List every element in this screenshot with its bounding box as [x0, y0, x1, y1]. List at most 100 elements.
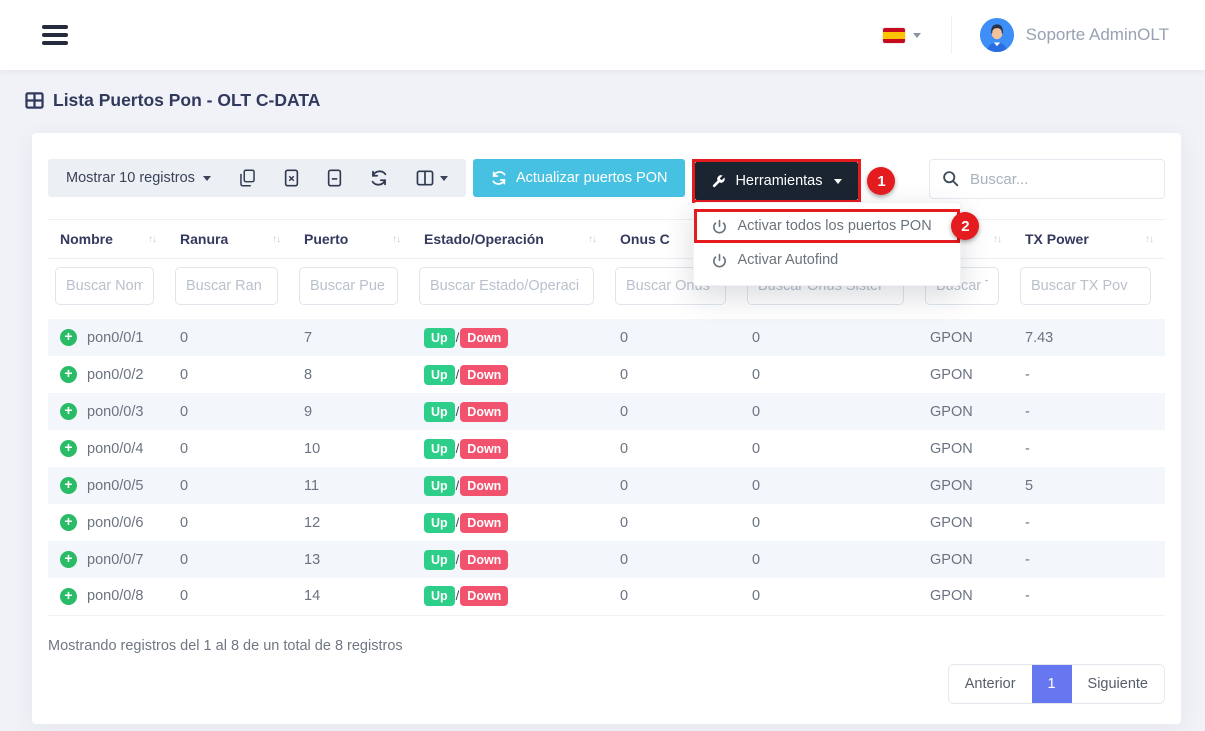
cell-onus-configuradas: 0	[608, 393, 740, 430]
columns-icon	[416, 170, 434, 186]
cell-tx-power: -	[1013, 541, 1165, 578]
header-tx-power[interactable]: TX Power↑↓	[1013, 220, 1165, 259]
table-search	[929, 159, 1165, 199]
expand-row-button[interactable]: +	[60, 551, 77, 568]
menu-item-activate-all-pon-ports[interactable]: Activar todos los puertos PON	[694, 209, 960, 243]
cell-ranura: 0	[168, 541, 292, 578]
cell-onus-sister: 0	[740, 393, 918, 430]
expand-row-button[interactable]: +	[60, 588, 77, 605]
sidebar-toggle-button[interactable]	[38, 21, 72, 49]
filter-ranura-input[interactable]	[175, 267, 278, 305]
language-selector[interactable]	[879, 22, 925, 49]
export-file-button[interactable]	[313, 159, 356, 197]
cell-onus-configuradas: 0	[608, 319, 740, 356]
pagination-page-1[interactable]: 1	[1032, 665, 1072, 703]
cell-onus-configuradas: 0	[608, 504, 740, 541]
filter-nombre-input[interactable]	[55, 267, 154, 305]
cell-tipo: GPON	[918, 319, 1013, 356]
spain-flag-icon	[883, 28, 905, 43]
status-badge-up: Up	[424, 586, 455, 606]
table-row: +pon0/0/1 0 7 Up/Down 0 0 GPON 7.43	[48, 319, 1165, 356]
sort-icon[interactable]: ↑↓	[392, 234, 400, 245]
cell-estado: Up/Down	[412, 467, 608, 504]
table-row: +pon0/0/7 0 13 Up/Down 0 0 GPON -	[48, 541, 1165, 578]
chevron-down-icon	[913, 33, 921, 38]
sort-icon[interactable]: ↑↓	[1145, 234, 1153, 245]
cell-onus-sister: 0	[740, 541, 918, 578]
cell-puerto: 12	[292, 504, 412, 541]
header-nombre[interactable]: Nombre↑↓	[48, 220, 168, 259]
header-estado-operacion[interactable]: Estado/Operación↑↓	[412, 220, 608, 259]
chevron-down-icon	[440, 176, 448, 181]
table-filter-row	[48, 259, 1165, 320]
header-puerto[interactable]: Puerto↑↓	[292, 220, 412, 259]
cell-ranura: 0	[168, 504, 292, 541]
cell-onus-sister: 0	[740, 578, 918, 615]
cell-estado: Up/Down	[412, 430, 608, 467]
cell-tipo: GPON	[918, 578, 1013, 615]
avatar	[980, 18, 1014, 52]
filter-tx-power-input[interactable]	[1020, 267, 1151, 305]
cell-tx-power: -	[1013, 393, 1165, 430]
port-name: pon0/0/5	[87, 478, 143, 494]
excel-file-icon	[284, 169, 299, 187]
user-menu[interactable]: Soporte AdminOLT	[974, 17, 1175, 53]
tools-dropdown-button[interactable]: Herramientas	[695, 162, 858, 200]
page-length-dropdown[interactable]: Mostrar 10 registros	[52, 170, 225, 186]
expand-row-button[interactable]: +	[60, 477, 77, 494]
cell-onus-sister: 0	[740, 504, 918, 541]
cell-onus-configuradas: 0	[608, 541, 740, 578]
copy-icon	[239, 169, 256, 187]
expand-row-button[interactable]: +	[60, 440, 77, 457]
table-row: +pon0/0/8 0 14 Up/Down 0 0 GPON -	[48, 578, 1165, 615]
reload-table-button[interactable]	[356, 159, 402, 197]
cell-tx-power: -	[1013, 578, 1165, 615]
cell-ranura: 0	[168, 467, 292, 504]
cell-puerto: 9	[292, 393, 412, 430]
status-badge-up: Up	[424, 476, 455, 496]
cell-ranura: 0	[168, 430, 292, 467]
pagination-next[interactable]: Siguiente	[1072, 665, 1164, 703]
sort-icon[interactable]: ↑↓	[272, 234, 280, 245]
column-visibility-button[interactable]	[402, 159, 462, 197]
port-name: pon0/0/3	[87, 404, 143, 420]
content-area: Lista Puertos Pon - OLT C-DATA Mostrar 1…	[0, 70, 1205, 724]
sort-icon[interactable]: ↑↓	[588, 234, 596, 245]
update-pon-ports-button[interactable]: Actualizar puertos PON	[473, 159, 686, 197]
cell-onus-configuradas: 0	[608, 578, 740, 615]
annotation-step-1: 1	[867, 167, 895, 195]
table-row: +pon0/0/5 0 11 Up/Down 0 0 GPON 5	[48, 467, 1165, 504]
search-input[interactable]	[929, 159, 1165, 199]
export-excel-button[interactable]	[270, 159, 313, 197]
pagination-previous[interactable]: Anterior	[949, 665, 1032, 703]
cell-onus-configuradas: 0	[608, 467, 740, 504]
filter-puerto-input[interactable]	[299, 267, 398, 305]
sort-icon[interactable]: ↑↓	[148, 234, 156, 245]
cell-estado: Up/Down	[412, 393, 608, 430]
header-ranura[interactable]: Ranura↑↓	[168, 220, 292, 259]
menu-item-activate-autofind[interactable]: Activar Autofind	[694, 243, 960, 277]
pagination: Anterior 1 Siguiente	[948, 664, 1165, 704]
expand-row-button[interactable]: +	[60, 329, 77, 346]
port-name: pon0/0/6	[87, 515, 143, 531]
table-row: +pon0/0/6 0 12 Up/Down 0 0 GPON -	[48, 504, 1165, 541]
filter-estado-input[interactable]	[419, 267, 594, 305]
expand-row-button[interactable]: +	[60, 366, 77, 383]
status-badge-down: Down	[460, 365, 508, 385]
cell-estado: Up/Down	[412, 356, 608, 393]
table-header-row: Nombre↑↓ Ranura↑↓ Puerto↑↓ Estado/Operac…	[48, 220, 1165, 259]
cell-tx-power: -	[1013, 356, 1165, 393]
copy-button[interactable]	[225, 159, 270, 197]
cell-tx-power: -	[1013, 430, 1165, 467]
table-row: +pon0/0/3 0 9 Up/Down 0 0 GPON -	[48, 393, 1165, 430]
sort-icon[interactable]: ↑↓	[993, 234, 1001, 245]
table-row: +pon0/0/2 0 8 Up/Down 0 0 GPON -	[48, 356, 1165, 393]
expand-row-button[interactable]: +	[60, 403, 77, 420]
cell-puerto: 7	[292, 319, 412, 356]
cell-estado: Up/Down	[412, 319, 608, 356]
cell-puerto: 13	[292, 541, 412, 578]
cell-tipo: GPON	[918, 541, 1013, 578]
expand-row-button[interactable]: +	[60, 514, 77, 531]
cell-estado: Up/Down	[412, 541, 608, 578]
status-badge-up: Up	[424, 550, 455, 570]
